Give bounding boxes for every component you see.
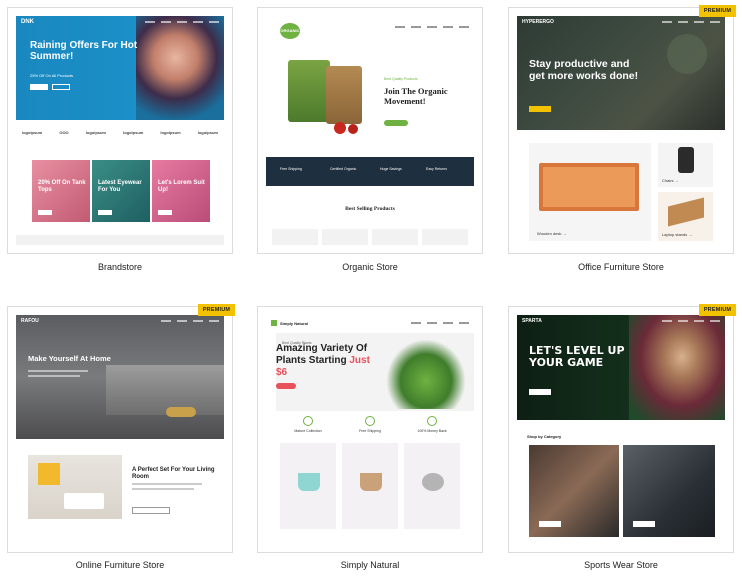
- card-caption[interactable]: Online Furniture Store: [7, 560, 233, 570]
- hero-title: Make Yourself At Home: [28, 354, 111, 363]
- hero-title: LET'S LEVEL UP YOUR GAME: [529, 344, 625, 369]
- hero-image: [136, 16, 224, 120]
- hero-image: [629, 315, 725, 420]
- product-card: [404, 443, 460, 529]
- hero-title: Stay productive and get more works done!: [529, 58, 639, 82]
- logo-strip: logoipsum OOO logoipsum logoipsum logoipsum…: [22, 130, 218, 135]
- laptop-stand-image: Laptop stands →: [658, 192, 713, 241]
- hero-title: Raining Offers For Hot Summer!: [30, 40, 138, 62]
- category-image: [623, 445, 715, 537]
- hero-title: Join The Organic Movement!: [384, 86, 448, 106]
- hero-banner: HYPERERGO Stay productive and get more w…: [517, 16, 725, 130]
- promo-tile: Let's Lorem Suit Up!: [152, 160, 210, 222]
- category-image: [529, 445, 619, 537]
- section-title: Best Selling Products: [345, 206, 395, 212]
- preview-logo: DNK: [21, 19, 34, 25]
- card-caption[interactable]: Simply Natural: [257, 560, 483, 570]
- hero-banner: RAFOU Make Yourself At Home: [16, 315, 224, 439]
- template-card-organic[interactable]: ORGANIC Best Quality Products Join The O…: [257, 7, 483, 254]
- preview-logo: HYPERERGO: [522, 19, 554, 25]
- card-caption[interactable]: Office Furniture Store: [508, 262, 734, 272]
- product-card: [342, 443, 398, 529]
- shop-button: [384, 120, 408, 126]
- template-preview[interactable]: ORGANIC Best Quality Products Join The O…: [266, 16, 474, 245]
- view-button: [132, 507, 170, 514]
- preview-logo: RAFOU: [21, 318, 39, 324]
- hero-subtitle: 25% Off On All Products: [30, 73, 74, 78]
- shop-button: [529, 389, 551, 395]
- hero-tagline: Best Quality Products: [384, 77, 418, 81]
- preview-logo: Simply Natural: [280, 320, 309, 326]
- preview-logo: SPARTA: [522, 318, 542, 324]
- promo-tile: Latest Eyewear For You: [92, 160, 150, 222]
- premium-badge: PREMIUM: [198, 304, 235, 316]
- premium-badge: PREMIUM: [699, 304, 736, 316]
- card-caption[interactable]: Organic Store: [257, 262, 483, 272]
- feature-item: Mature Collection: [278, 416, 338, 433]
- preview-nav: RAFOU: [16, 315, 224, 327]
- living-room-image: [28, 455, 122, 519]
- preview-nav: DNK: [16, 16, 224, 28]
- hero-title: Amazing Variety Of Plants Starting Just …: [276, 343, 370, 378]
- preview-footer: [16, 235, 224, 245]
- template-card-online-furniture[interactable]: RAFOU Make Yourself At Home A Perfect Se…: [7, 306, 233, 553]
- template-preview[interactable]: Simply Natural Best Quality Plants Amazi…: [266, 315, 474, 544]
- template-preview[interactable]: SPARTA LET'S LEVEL UP YOUR GAME Shop by …: [517, 315, 725, 544]
- card-caption[interactable]: Brandstore: [7, 262, 233, 272]
- preview-nav: SPARTA: [517, 315, 725, 327]
- template-card-simply-natural[interactable]: Simply Natural Best Quality Plants Amazi…: [257, 306, 483, 553]
- shop-button: [276, 383, 296, 389]
- desk-image: Wooden desk →: [529, 143, 651, 241]
- template-card-sports[interactable]: SPARTA LET'S LEVEL UP YOUR GAME Shop by …: [508, 306, 734, 553]
- product-card: [280, 443, 336, 529]
- section-title: A Perfect Set For Your Living Room: [132, 467, 215, 480]
- feature-item: 100% Money Back: [402, 416, 462, 433]
- chair-image: Chairs →: [658, 143, 713, 187]
- preview-nav: Simply Natural: [266, 317, 474, 329]
- feature-item: Free Shipping: [340, 416, 400, 433]
- preview-nav: [266, 21, 474, 33]
- template-preview[interactable]: HYPERERGO Stay productive and get more w…: [517, 16, 725, 245]
- card-caption[interactable]: Sports Wear Store: [508, 560, 734, 570]
- product-bag-image: [326, 66, 362, 124]
- section-title: Shop by Category: [527, 434, 562, 439]
- promo-tile: 20% Off On Tank Tops: [32, 160, 90, 222]
- features-band: Free Shipping Certified Organic Huge Sav…: [266, 157, 474, 186]
- shop-button: [529, 106, 551, 112]
- product-bag-image: [288, 60, 330, 122]
- preview-nav: HYPERERGO: [517, 16, 725, 28]
- template-card-brandstore[interactable]: DNK Raining Offers For Hot Summer! 25% O…: [7, 7, 233, 254]
- premium-badge: PREMIUM: [699, 5, 736, 17]
- hero-banner: SPARTA LET'S LEVEL UP YOUR GAME: [517, 315, 725, 420]
- template-preview[interactable]: RAFOU Make Yourself At Home A Perfect Se…: [16, 315, 224, 544]
- template-card-office[interactable]: HYPERERGO Stay productive and get more w…: [508, 7, 734, 254]
- template-preview[interactable]: DNK Raining Offers For Hot Summer! 25% O…: [16, 16, 224, 245]
- hero-banner: DNK Raining Offers For Hot Summer! 25% O…: [16, 16, 224, 120]
